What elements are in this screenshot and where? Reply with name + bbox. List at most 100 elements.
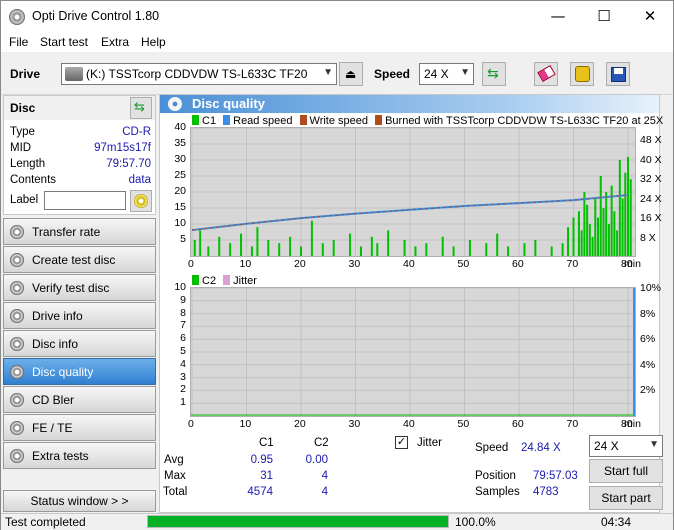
c1-bar xyxy=(605,192,608,256)
disc-icon xyxy=(10,365,24,379)
y-tick-0: 40 xyxy=(174,121,186,133)
y2-tick-3: 4% xyxy=(640,358,656,371)
nav-verify-test-disc[interactable]: Verify test disc xyxy=(3,274,156,301)
y-tick-5: 15 xyxy=(174,201,186,213)
disc-label-button[interactable] xyxy=(130,190,152,212)
x-tick-4: 40 xyxy=(403,258,415,270)
options-button[interactable] xyxy=(570,62,594,86)
nav-transfer-rate[interactable]: Transfer rate xyxy=(3,218,156,245)
c1-bar xyxy=(403,240,406,256)
legend-write-speed: Write speed xyxy=(309,115,369,127)
disc-label-key: Label xyxy=(10,194,39,206)
eject-button[interactable]: ⏏ xyxy=(339,62,363,86)
nav-fe-te[interactable]: FE / TE xyxy=(3,414,156,441)
c1-bar xyxy=(613,211,616,256)
c1-bar xyxy=(629,179,632,256)
c1-bar xyxy=(452,246,455,256)
nav-extra-tests[interactable]: Extra tests xyxy=(3,442,156,469)
c1-bar xyxy=(250,246,253,256)
menu-start-test[interactable]: Start test xyxy=(40,35,88,49)
speed-stat-value: 24.84 X xyxy=(521,442,561,454)
erase-button[interactable] xyxy=(534,62,558,86)
y-tick-3: 25 xyxy=(174,169,186,181)
title-bar[interactable]: Opti Drive Control 1.80 — ☐ ✕ xyxy=(1,1,673,32)
nav-disc-info[interactable]: Disc info xyxy=(3,330,156,357)
samples-value: 4783 xyxy=(533,486,559,498)
y2-tick-5: 8 X xyxy=(640,231,656,244)
save-button[interactable] xyxy=(606,62,630,86)
speed-select[interactable]: 24 X ▼ xyxy=(419,63,474,85)
c1-bar xyxy=(278,243,281,256)
c1-bar xyxy=(289,236,292,256)
menu-help[interactable]: Help xyxy=(141,35,166,49)
nav-create-test-disc[interactable]: Create test disc xyxy=(3,246,156,273)
test-speed-select[interactable]: 24 X ▼ xyxy=(589,435,663,457)
disc-icon xyxy=(10,225,24,239)
nav-drive-info[interactable]: Drive info xyxy=(3,302,156,329)
y-tick-9: 1 xyxy=(180,396,186,409)
toolbar: Drive (K:) TSSTcorp CDDVDW TS-L633C TF20… xyxy=(1,53,673,95)
disc-icon xyxy=(10,393,24,407)
nav-cd-bler[interactable]: CD Bler xyxy=(3,386,156,413)
c1-bar xyxy=(321,243,324,256)
y-tick-0: 10 xyxy=(174,281,186,293)
panel-title: Disc quality xyxy=(192,96,265,111)
c1-bar xyxy=(586,204,589,256)
stats-avg-label: Avg xyxy=(164,454,184,466)
c1-bar xyxy=(523,243,526,256)
x-unit-0: min xyxy=(624,418,641,430)
y2-tick-0: 48 X xyxy=(640,134,662,146)
samples-label: Samples xyxy=(475,486,520,498)
c1-bar xyxy=(597,217,600,256)
start-full-button[interactable]: Start full xyxy=(589,459,663,483)
refresh-speed-button[interactable]: ⇆ xyxy=(482,62,506,86)
y-tick-8: 2 xyxy=(180,383,186,396)
y2-tick-1: 40 X xyxy=(640,153,662,166)
c1-bar xyxy=(218,236,221,256)
disc-type-value: CD-R xyxy=(122,126,151,138)
stats-total-label: Total xyxy=(163,486,188,498)
speed-label: Speed xyxy=(374,67,411,81)
y-tick-4: 20 xyxy=(174,185,186,197)
disc-label-input[interactable] xyxy=(44,191,126,210)
c1-swatch xyxy=(192,115,199,125)
x-tick-3: 30 xyxy=(348,418,361,430)
close-icon[interactable]: ✕ xyxy=(627,1,673,32)
legend-burned-with: Burned with TSSTcorp CDDVDW TS-L633C TF2… xyxy=(385,115,664,127)
disc-icon xyxy=(10,281,24,295)
c1-bar xyxy=(627,156,629,256)
progress-fill xyxy=(148,516,448,527)
maximize-icon[interactable]: ☐ xyxy=(581,1,627,32)
menu-extra[interactable]: Extra xyxy=(101,35,129,49)
stats-col-c1: C1 xyxy=(259,437,274,449)
c2-chart-plot xyxy=(190,287,636,417)
menu-file[interactable]: File xyxy=(9,35,28,49)
c1-chart-plot xyxy=(190,127,636,257)
speed-stat-label: Speed xyxy=(475,442,509,454)
y-tick-7: 3 xyxy=(180,370,186,383)
drive-select[interactable]: (K:) TSSTcorp CDDVDW TS-L633C TF20 ▼ xyxy=(61,63,337,85)
disc-icon xyxy=(10,309,24,323)
eject-icon: ⏏ xyxy=(345,67,357,81)
y-tick-3: 7 xyxy=(180,319,186,332)
c1-bar xyxy=(256,227,259,256)
refresh-icon: ⇆ xyxy=(134,99,145,114)
app-window: Opti Drive Control 1.80 — ☐ ✕ File Start… xyxy=(0,0,674,530)
start-part-button[interactable]: Start part xyxy=(589,486,663,510)
c1-bar xyxy=(621,198,624,256)
disc-contents-value: data xyxy=(128,174,151,186)
minimize-icon[interactable]: — xyxy=(535,1,581,32)
c1-chart-svg xyxy=(191,128,635,256)
c2-swatch xyxy=(192,275,199,285)
x-tick-3: 30 xyxy=(348,258,361,270)
position-label: Position xyxy=(475,470,516,482)
nav-disc-quality[interactable]: Disc quality xyxy=(3,358,156,385)
drive-icon xyxy=(65,67,83,81)
panel-header: Disc quality xyxy=(160,95,659,113)
nav-label: Extra tests xyxy=(32,449,89,463)
disc-refresh-button[interactable]: ⇆ xyxy=(130,97,152,119)
jitter-checkbox[interactable]: ✓ xyxy=(395,436,408,449)
status-window-button[interactable]: Status window > > xyxy=(3,490,156,512)
c1-bar xyxy=(561,243,564,256)
c1-bar xyxy=(591,236,594,256)
